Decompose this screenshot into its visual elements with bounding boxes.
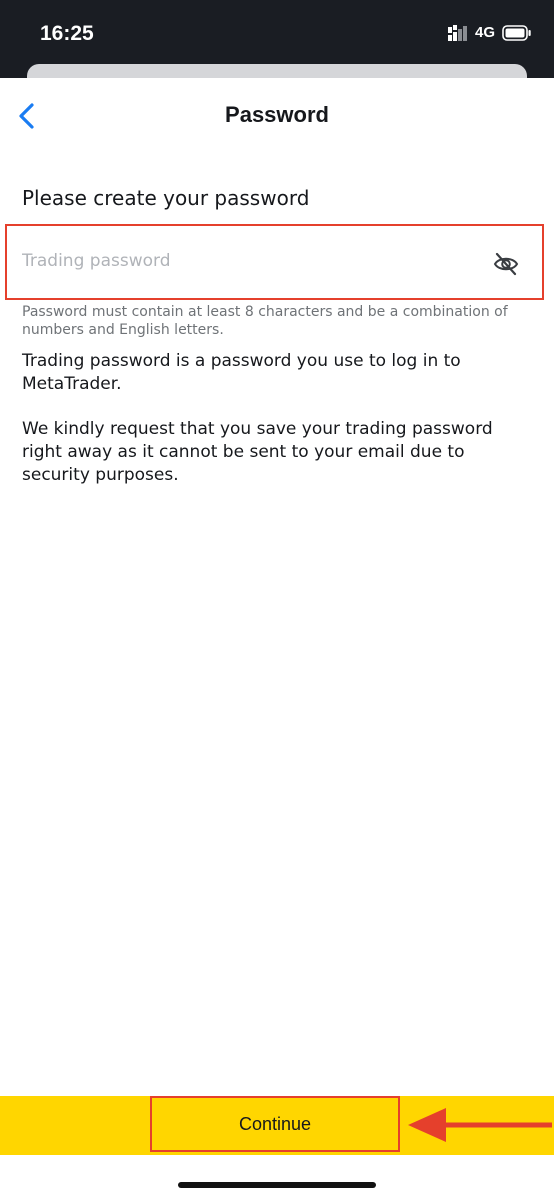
battery-icon [502, 24, 531, 41]
signal-bars-icon [447, 24, 467, 41]
eye-off-icon [493, 252, 519, 276]
info-paragraph-metatrader: Trading password is a password you use t… [22, 351, 461, 394]
status-indicators: 4G [447, 24, 532, 41]
page-title: Password [225, 102, 329, 127]
password-field-container [5, 224, 544, 300]
password-input[interactable] [22, 244, 482, 278]
continue-button[interactable]: Continue [150, 1096, 400, 1152]
home-indicator [178, 1182, 376, 1188]
network-type: 4G [474, 24, 495, 41]
status-time: 16:25 [40, 22, 94, 45]
toggle-visibility-button[interactable] [493, 252, 519, 276]
arrow-left-icon [408, 1108, 552, 1142]
info-paragraph-save-password: We kindly request that you save your tra… [22, 419, 493, 485]
password-hint: Password must contain at least 8 charact… [22, 304, 508, 338]
form-heading: Please create your password [22, 186, 310, 210]
